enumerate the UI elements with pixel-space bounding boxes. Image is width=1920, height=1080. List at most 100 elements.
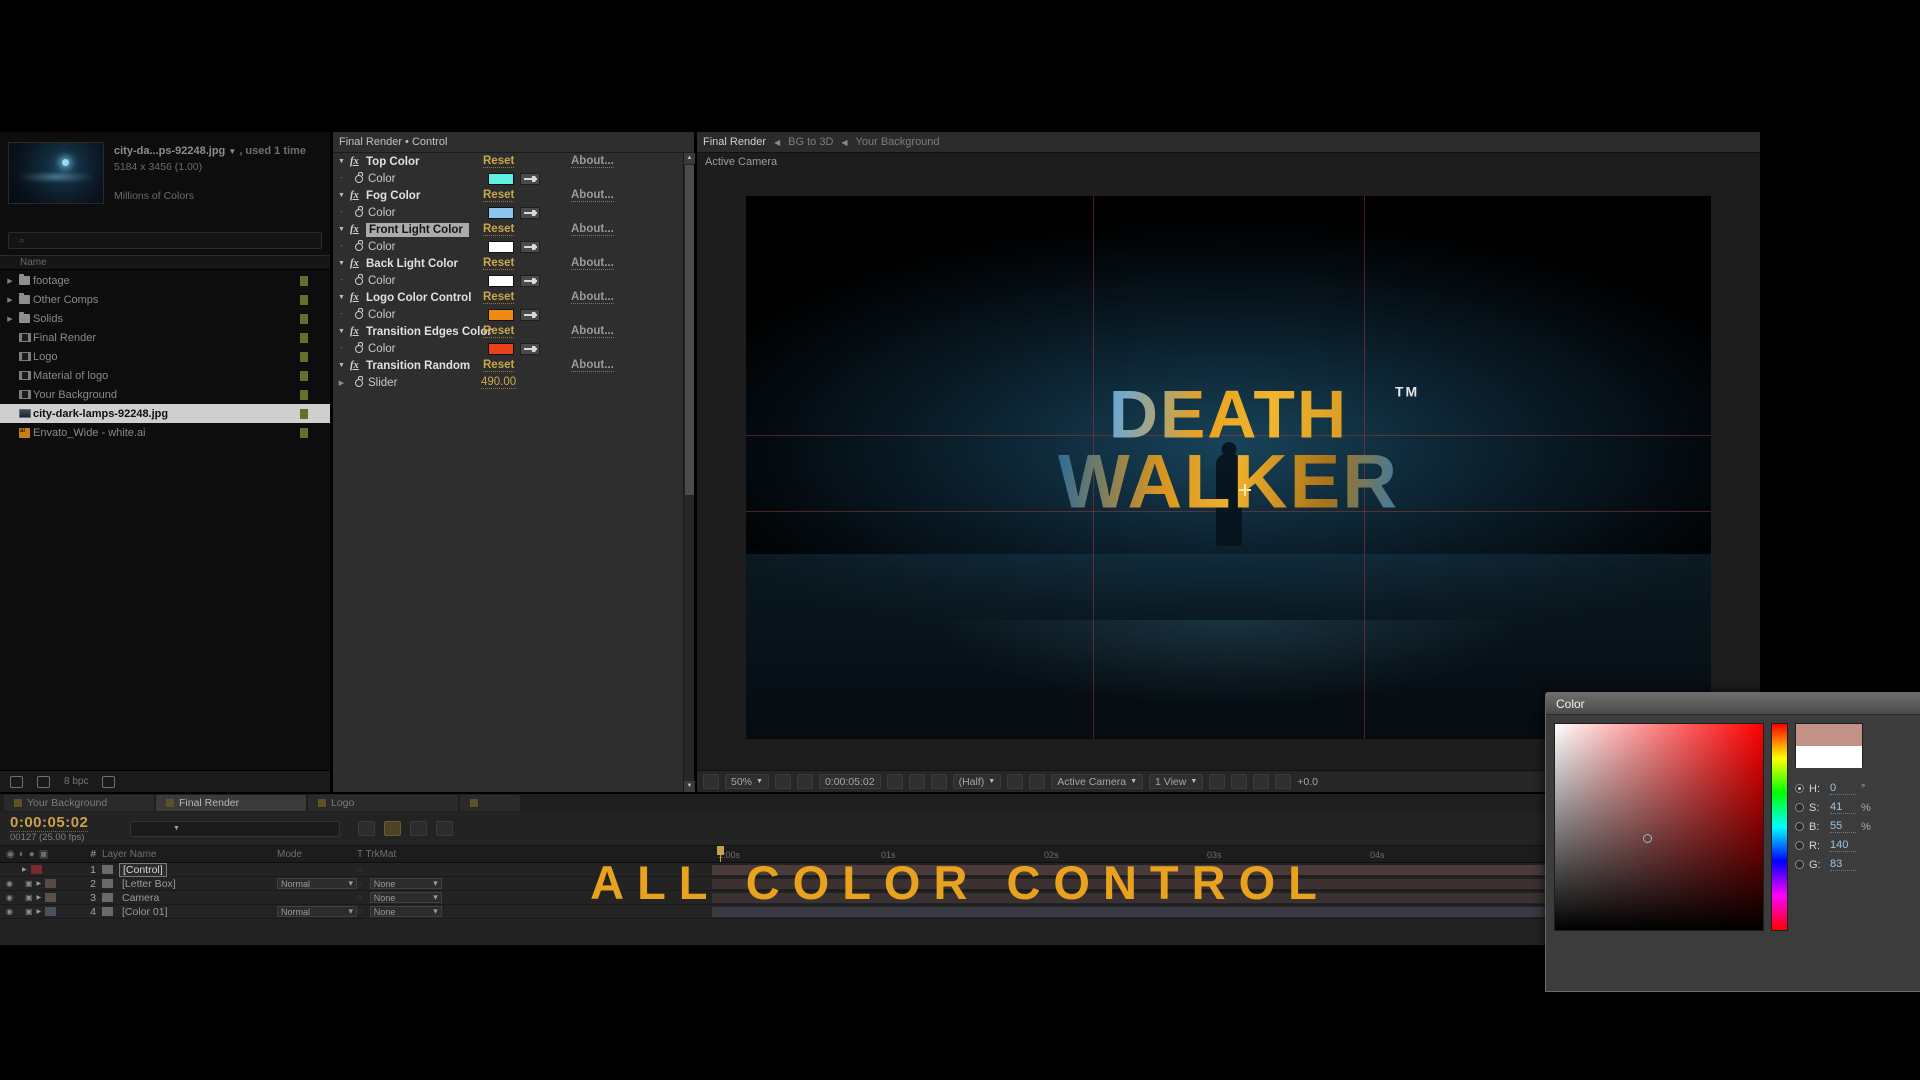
scroll-down-icon[interactable]: ▼ [684, 781, 695, 792]
property-twirl-icon[interactable]: - [333, 277, 350, 284]
tab-nav-arrow-icon[interactable]: ◀ [841, 138, 847, 147]
live-update-icon[interactable] [358, 821, 375, 836]
effect-header[interactable]: ▼ fx Back Light Color Reset About... [333, 255, 683, 272]
viewer-stage[interactable]: DEATH TM WALKER [697, 171, 1760, 764]
label-color-swatch[interactable] [300, 389, 308, 400]
fast-previews-icon[interactable] [1231, 774, 1248, 789]
color-swatch[interactable] [488, 172, 514, 185]
effect-about-button[interactable]: About... [571, 223, 614, 237]
effect-property-row[interactable]: ▶ Slider 490.00 [333, 374, 683, 391]
scroll-up-icon[interactable]: ▲ [684, 153, 695, 164]
twirl-icon[interactable]: ▼ [333, 260, 350, 267]
stopwatch-icon[interactable] [350, 239, 368, 251]
effect-reset-button[interactable]: Reset [483, 155, 515, 169]
timeline-icon[interactable] [1253, 774, 1270, 789]
label-color-swatch[interactable] [300, 294, 308, 305]
effect-name[interactable]: Front Light Color [366, 222, 469, 237]
eyedropper-icon[interactable] [520, 172, 540, 185]
effect-header[interactable]: ▼ fx Front Light Color Reset About... [333, 221, 683, 238]
project-item[interactable]: city-dark-lamps-92248.jpg [0, 404, 330, 424]
choose-grid-icon[interactable] [774, 774, 791, 789]
effect-about-button[interactable]: About... [571, 189, 614, 203]
twirl-icon[interactable]: ▼ [333, 158, 350, 165]
effect-property-row[interactable]: - Color [333, 340, 683, 357]
effect-property-row[interactable]: - Color [333, 204, 683, 221]
project-search-input[interactable]: ⌕ [8, 232, 322, 250]
stopwatch-icon[interactable] [350, 171, 368, 183]
effect-about-button[interactable]: About... [571, 257, 614, 271]
effect-name[interactable]: Logo Color Control [366, 292, 471, 304]
exposure-value[interactable]: +0.0 [1297, 776, 1318, 788]
snapshot-icon[interactable] [886, 774, 903, 789]
tab-nav-arrow-icon[interactable]: ◀ [774, 138, 780, 147]
stopwatch-icon[interactable] [350, 341, 368, 353]
color-mode-radio[interactable] [1795, 822, 1804, 831]
label-color-swatch[interactable] [300, 332, 308, 343]
region-interest-toggle-icon[interactable] [1007, 774, 1024, 789]
color-field[interactable]: S: 41% [1795, 798, 1915, 817]
chevron-down-icon[interactable]: ▼ [228, 147, 236, 156]
viewer-tab[interactable]: Final Render [703, 136, 766, 148]
exposure-reset-icon[interactable] [1275, 774, 1292, 789]
color-field-value[interactable]: 83 [1830, 858, 1856, 871]
effect-controls-tab[interactable]: Final Render • Control [333, 132, 694, 153]
property-twirl-icon[interactable]: ▶ [333, 379, 350, 387]
viewer-tab[interactable]: BG to 3D [788, 136, 833, 148]
effect-name[interactable]: Transition Random [366, 360, 470, 372]
timeline-search-input[interactable]: ▼ [130, 820, 340, 837]
effect-about-button[interactable]: About... [571, 359, 614, 373]
color-swatch[interactable] [488, 274, 514, 287]
transparency-grid-icon[interactable] [1029, 774, 1046, 789]
effect-reset-button[interactable]: Reset [483, 257, 515, 271]
stopwatch-icon[interactable] [350, 307, 368, 319]
property-twirl-icon[interactable]: - [333, 243, 350, 250]
twirl-icon[interactable]: ▶ [4, 296, 16, 304]
effect-name[interactable]: Top Color [366, 156, 419, 168]
effect-name[interactable]: Back Light Color [366, 258, 458, 270]
saturation-brightness-field[interactable] [1554, 723, 1764, 931]
twirl-icon[interactable]: ▼ [333, 192, 350, 199]
property-twirl-icon[interactable]: - [333, 345, 350, 352]
graph-editor-icon[interactable] [436, 821, 453, 836]
stopwatch-icon[interactable] [350, 375, 368, 387]
eyedropper-icon[interactable] [520, 274, 540, 287]
effects-scrollbar[interactable]: ▲ ▼ [683, 153, 695, 792]
twirl-icon[interactable]: ▶ [4, 315, 16, 323]
effect-header[interactable]: ▼ fx Fog Color Reset About... [333, 187, 683, 204]
project-item[interactable]: Logo [0, 347, 330, 366]
magnification-select[interactable]: 50% ▼ [725, 774, 769, 789]
label-color-swatch[interactable] [300, 275, 308, 286]
label-color-swatch[interactable] [300, 370, 308, 381]
property-value[interactable]: 490.00 [481, 376, 517, 390]
color-mode-radio[interactable] [1795, 784, 1804, 793]
effect-header[interactable]: ▼ fx Transition Edges Color Reset About... [333, 323, 683, 340]
timeline-timecode-block[interactable]: 0:00:05:02 00127 (25.00 fps) [0, 814, 130, 843]
project-item[interactable]: Envato_Wide - white.ai [0, 423, 330, 442]
color-mode-radio[interactable] [1795, 860, 1804, 869]
timeline-tab[interactable]: Final Render [156, 795, 306, 811]
pixel-aspect-icon[interactable] [1209, 774, 1226, 789]
project-item[interactable]: ▶ Solids [0, 309, 330, 328]
color-selection-marker[interactable] [1643, 834, 1652, 843]
view-layout-select[interactable]: 1 View ▼ [1149, 774, 1204, 789]
hue-slider[interactable] [1771, 723, 1788, 931]
camera-view-select[interactable]: Active Camera ▼ [1051, 774, 1143, 789]
color-field-value[interactable]: 140 [1830, 839, 1856, 852]
color-field-value[interactable]: 41 [1830, 801, 1856, 814]
effect-property-row[interactable]: - Color [333, 272, 683, 289]
channel-rgb-icon[interactable] [930, 774, 947, 789]
show-snapshot-icon[interactable] [908, 774, 925, 789]
timeline-tab[interactable] [460, 795, 520, 811]
effect-reset-button[interactable]: Reset [483, 223, 515, 237]
effect-property-row[interactable]: - Color [333, 238, 683, 255]
color-swatch[interactable] [488, 240, 514, 253]
effect-about-button[interactable]: About... [571, 325, 614, 339]
label-color-swatch[interactable] [300, 427, 308, 438]
color-swatch[interactable] [488, 342, 514, 355]
label-color-swatch[interactable] [300, 351, 308, 362]
project-item[interactable]: ▶ footage [0, 271, 330, 290]
scrollbar-thumb[interactable] [685, 165, 694, 495]
effect-reset-button[interactable]: Reset [483, 359, 515, 373]
stopwatch-icon[interactable] [350, 205, 368, 217]
project-item[interactable]: Material of logo [0, 366, 330, 385]
